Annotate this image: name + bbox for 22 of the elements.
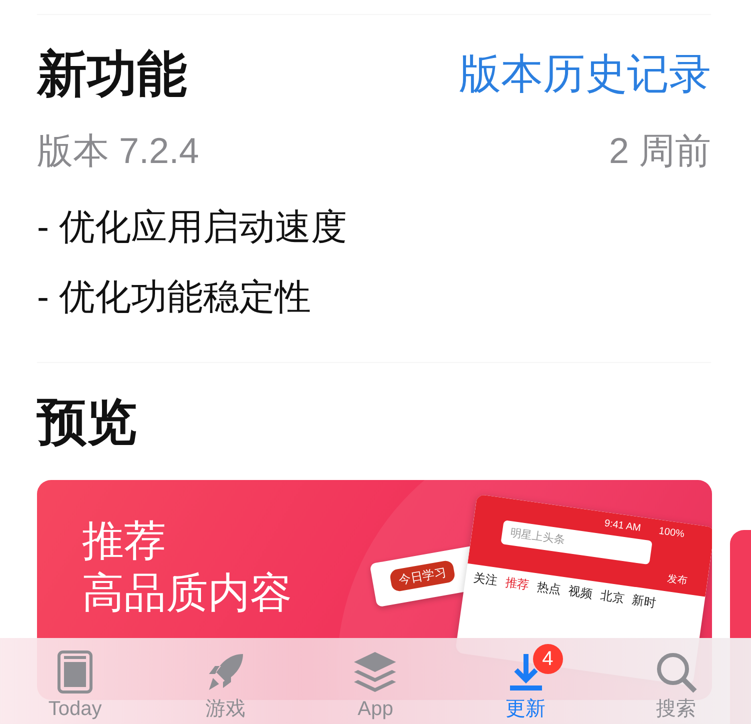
badge-count: 4 [532,644,563,674]
post-label: 发布 [666,572,688,590]
section-title: 新功能 [37,47,187,102]
promo-subline: 高品质内容 [82,572,292,614]
promo-headline: 推荐 [82,520,166,562]
banner-label: 今日学习 [389,560,456,592]
section-title: 预览 [37,395,138,450]
channel-tab[interactable]: 热点 [536,577,562,599]
channel-tab[interactable]: 北京 [599,586,626,608]
version-history-link[interactable]: 版本历史记录 [459,51,711,98]
page-icon [57,650,94,694]
release-note: - 优化功能稳定性 [37,275,312,319]
channel-tab[interactable]: 视频 [567,582,594,603]
battery-level: 100% [658,524,686,542]
release-note: - 优化应用启动速度 [37,205,348,249]
channel-tab[interactable]: 推荐 [504,572,530,594]
release-date: 2 周前 [608,129,711,173]
layers-icon [352,650,398,694]
channel-tab[interactable]: 新时 [630,590,658,612]
channel-tab[interactable]: 关注 [472,568,499,590]
status-time: 9:41 AM [603,517,642,536]
version-text: 版本 7.2.4 [37,129,200,173]
